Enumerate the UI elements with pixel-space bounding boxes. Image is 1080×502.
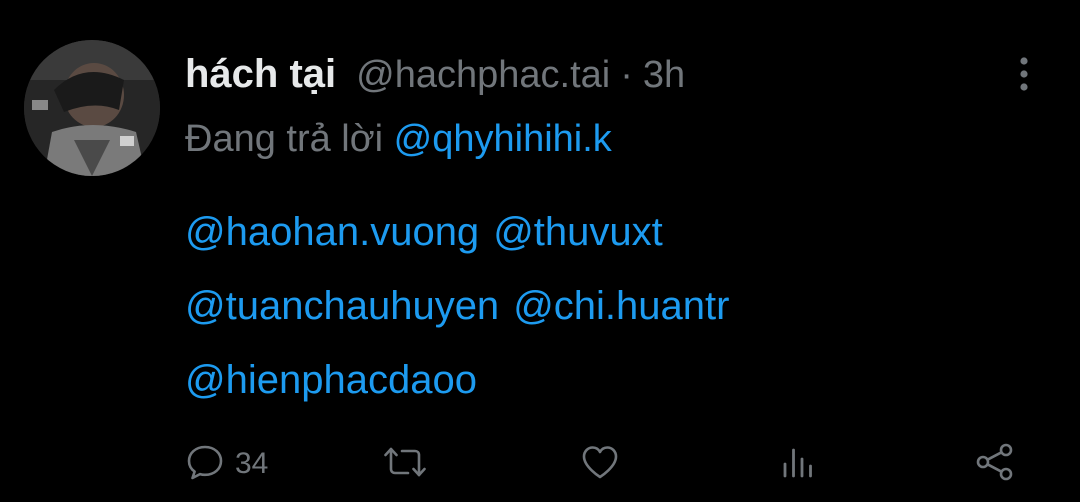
mention-link[interactable]: @chi.huantr (513, 284, 729, 328)
like-button[interactable] (580, 436, 620, 492)
author-display-name[interactable]: hách tại (185, 52, 336, 97)
mention-line: @tuanchauhuyen @chi.huantr (185, 269, 1005, 343)
mention-line: @hienphacdaoo (185, 343, 1005, 417)
separator-dot: · (620, 54, 633, 96)
tweet-header: hách tại @hachphac.tai · 3h (185, 52, 685, 104)
mention-link[interactable]: @hienphacdaoo (185, 358, 477, 402)
author-handle[interactable]: @hachphac.tai (356, 54, 610, 97)
tweet-body: @haohan.vuong @thuvuxt @tuanchauhuyen @chi… (185, 195, 1005, 417)
more-vertical-icon[interactable] (1008, 54, 1040, 94)
mention-line: @haohan.vuong @thuvuxt (185, 195, 1005, 269)
tweet[interactable]: hách tại @hachphac.tai · 3h Đang trả lời… (0, 0, 1080, 502)
bar-chart-icon (778, 442, 818, 487)
reply-count: 34 (235, 447, 269, 480)
mention-link[interactable]: @tuanchauhuyen (185, 284, 499, 328)
mention-link[interactable]: @haohan.vuong (185, 210, 479, 254)
replying-to-label: Đang trả lời (185, 118, 384, 160)
retweet-button[interactable] (382, 436, 428, 492)
avatar[interactable] (24, 40, 160, 176)
share-icon (974, 442, 1016, 487)
action-bar: 34 (0, 436, 1080, 492)
share-button[interactable] (974, 436, 1016, 492)
replying-to: Đang trả lời @qhyhihihi.k (185, 118, 612, 161)
heart-icon (580, 442, 620, 487)
replying-to-mention[interactable]: @qhyhihihi.k (394, 118, 612, 160)
mention-link[interactable]: @thuvuxt (493, 210, 663, 254)
views-button[interactable] (778, 436, 818, 492)
reply-button[interactable]: 34 (185, 436, 268, 492)
retweet-icon (382, 442, 428, 487)
timestamp[interactable]: 3h (643, 54, 685, 97)
speech-bubble-icon (185, 442, 225, 487)
